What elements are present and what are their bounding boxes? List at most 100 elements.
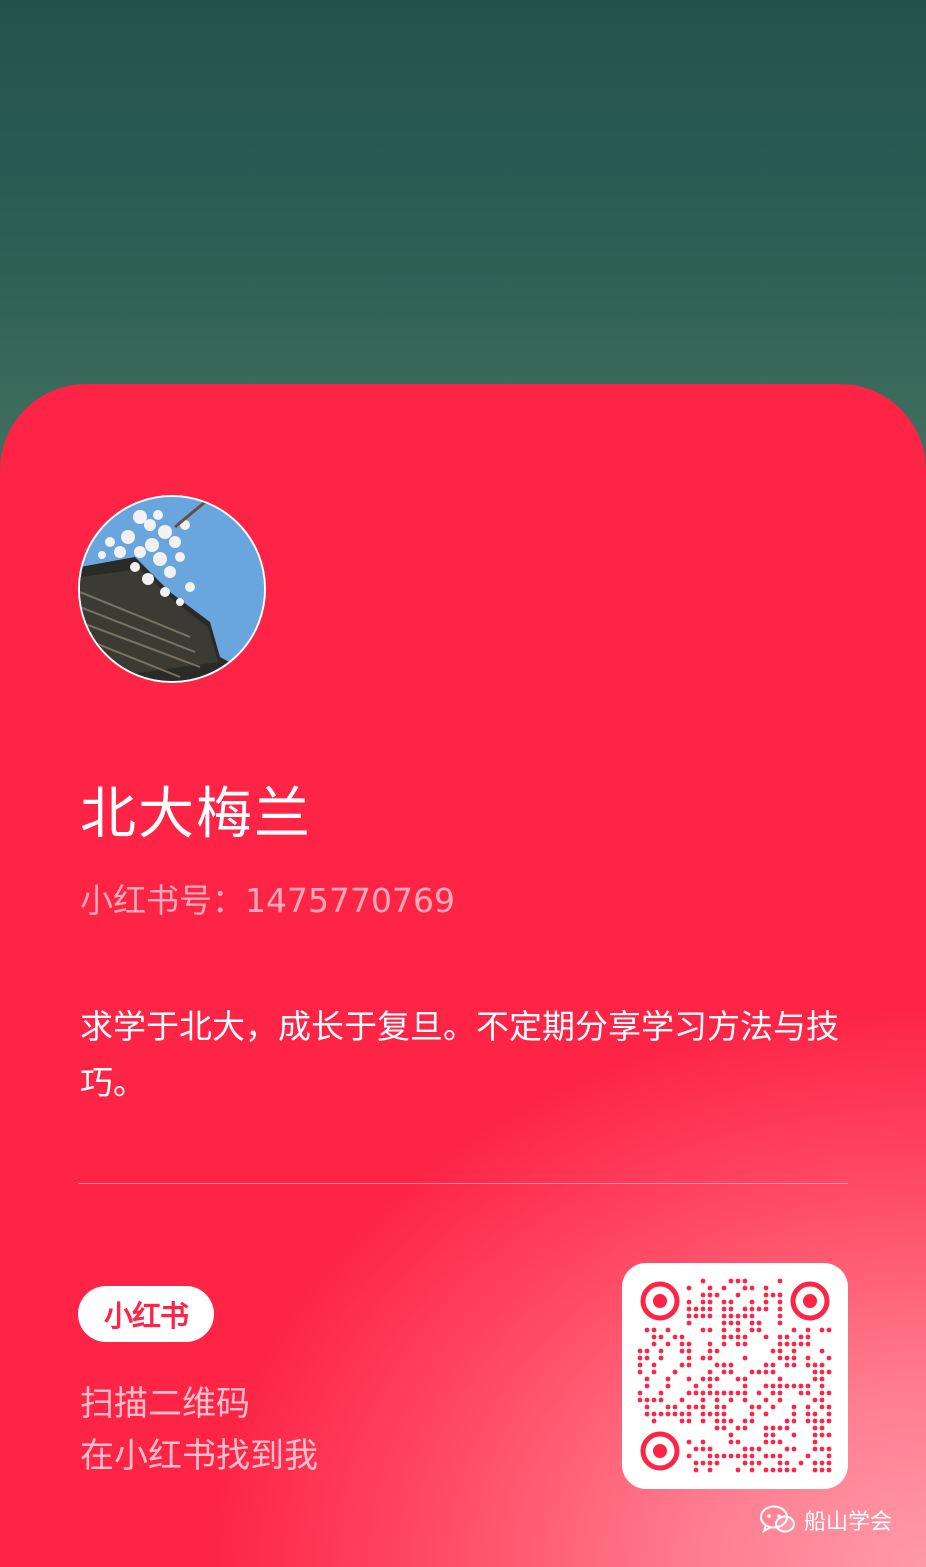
qr-dot xyxy=(742,1334,748,1340)
qr-dot xyxy=(707,1306,713,1312)
avatar[interactable] xyxy=(78,495,266,683)
qr-dot xyxy=(728,1334,734,1340)
qr-dot xyxy=(742,1460,748,1466)
qr-dot xyxy=(651,1327,657,1333)
qr-dot xyxy=(672,1334,678,1340)
qr-dot xyxy=(714,1425,720,1431)
qr-finder-top-left xyxy=(640,1281,680,1321)
qr-dot xyxy=(763,1362,769,1368)
qr-code[interactable] xyxy=(622,1263,848,1489)
qr-dot xyxy=(644,1397,650,1403)
qr-dot xyxy=(791,1355,797,1361)
qr-dot xyxy=(700,1411,706,1417)
qr-dot xyxy=(763,1334,769,1340)
qr-dot xyxy=(735,1313,741,1319)
qr-dot xyxy=(735,1320,741,1326)
qr-dot xyxy=(714,1348,720,1354)
qr-dot xyxy=(693,1446,699,1452)
qr-dot xyxy=(644,1355,650,1361)
qr-dot xyxy=(721,1306,727,1312)
qr-dot xyxy=(728,1320,734,1326)
qr-dot xyxy=(770,1453,776,1459)
qr-dot xyxy=(791,1418,797,1424)
qr-dot xyxy=(826,1453,832,1459)
qr-dot xyxy=(805,1404,811,1410)
qr-dot xyxy=(707,1292,713,1298)
qr-dot xyxy=(756,1306,762,1312)
watermark-text: 船山学会 xyxy=(804,1510,893,1535)
qr-dot xyxy=(707,1369,713,1375)
qr-dot xyxy=(728,1390,734,1396)
qr-dot xyxy=(777,1383,783,1389)
qr-dot xyxy=(735,1278,741,1284)
qr-dot xyxy=(707,1376,713,1382)
qr-dot xyxy=(637,1348,643,1354)
qr-dot xyxy=(819,1432,825,1438)
qr-dot xyxy=(707,1446,713,1452)
qr-dot xyxy=(665,1376,671,1382)
qr-dot xyxy=(728,1432,734,1438)
qr-dot xyxy=(686,1306,692,1312)
qr-dot xyxy=(812,1425,818,1431)
qr-dot xyxy=(721,1313,727,1319)
qr-dot xyxy=(749,1467,755,1473)
qr-dot xyxy=(777,1348,783,1354)
qr-dot xyxy=(665,1327,671,1333)
qr-dot xyxy=(819,1460,825,1466)
qr-dot xyxy=(686,1453,692,1459)
qr-dot xyxy=(777,1292,783,1298)
qr-dot xyxy=(777,1320,783,1326)
qr-dot xyxy=(763,1383,769,1389)
qr-dot xyxy=(749,1285,755,1291)
qr-dot xyxy=(826,1432,832,1438)
qr-dot xyxy=(644,1348,650,1354)
qr-dot xyxy=(777,1467,783,1473)
qr-dot xyxy=(749,1369,755,1375)
qr-dot xyxy=(777,1460,783,1466)
qr-dot xyxy=(707,1355,713,1361)
qr-dot xyxy=(714,1376,720,1382)
qr-dot xyxy=(791,1467,797,1473)
qr-dot xyxy=(791,1432,797,1438)
qr-dot xyxy=(658,1348,664,1354)
qr-dot xyxy=(728,1453,734,1459)
qr-dot xyxy=(763,1299,769,1305)
qr-dot xyxy=(791,1411,797,1417)
qr-dot xyxy=(777,1313,783,1319)
page: 北大梅兰 小红书号：1475770769 求学于北大，成长于复旦。不定期分享学习… xyxy=(0,0,926,1567)
qr-dot xyxy=(728,1299,734,1305)
qr-dot xyxy=(735,1376,741,1382)
qr-dot xyxy=(742,1397,748,1403)
qr-dot xyxy=(812,1411,818,1417)
qr-dot xyxy=(812,1467,818,1473)
qr-dot xyxy=(763,1285,769,1291)
wechat-watermark: 船山学会 xyxy=(760,1504,892,1536)
qr-dot xyxy=(805,1334,811,1340)
profile-bio: 求学于北大，成长于复旦。不定期分享学习方法与技巧。 xyxy=(80,1007,839,1102)
qr-dot xyxy=(700,1299,706,1305)
qr-dot xyxy=(784,1418,790,1424)
qr-dot xyxy=(714,1397,720,1403)
qr-dot xyxy=(707,1411,713,1417)
qr-dot xyxy=(784,1334,790,1340)
qr-dot xyxy=(777,1278,783,1284)
qr-dot xyxy=(644,1404,650,1410)
qr-dot xyxy=(819,1446,825,1452)
qr-dot xyxy=(679,1348,685,1354)
qr-dot xyxy=(826,1467,832,1473)
qr-dot xyxy=(742,1425,748,1431)
qr-dot xyxy=(798,1460,804,1466)
qr-dot xyxy=(651,1369,657,1375)
qr-dot xyxy=(707,1383,713,1389)
qr-dot xyxy=(735,1341,741,1347)
wechat-icon xyxy=(760,1505,796,1535)
qr-dot xyxy=(742,1453,748,1459)
qr-dot xyxy=(756,1446,762,1452)
qr-dot xyxy=(777,1355,783,1361)
qr-dot xyxy=(812,1446,818,1452)
qr-dot xyxy=(651,1341,657,1347)
qr-dot xyxy=(714,1460,720,1466)
qr-dot xyxy=(679,1418,685,1424)
qr-dot xyxy=(735,1292,741,1298)
qr-dot xyxy=(798,1390,804,1396)
